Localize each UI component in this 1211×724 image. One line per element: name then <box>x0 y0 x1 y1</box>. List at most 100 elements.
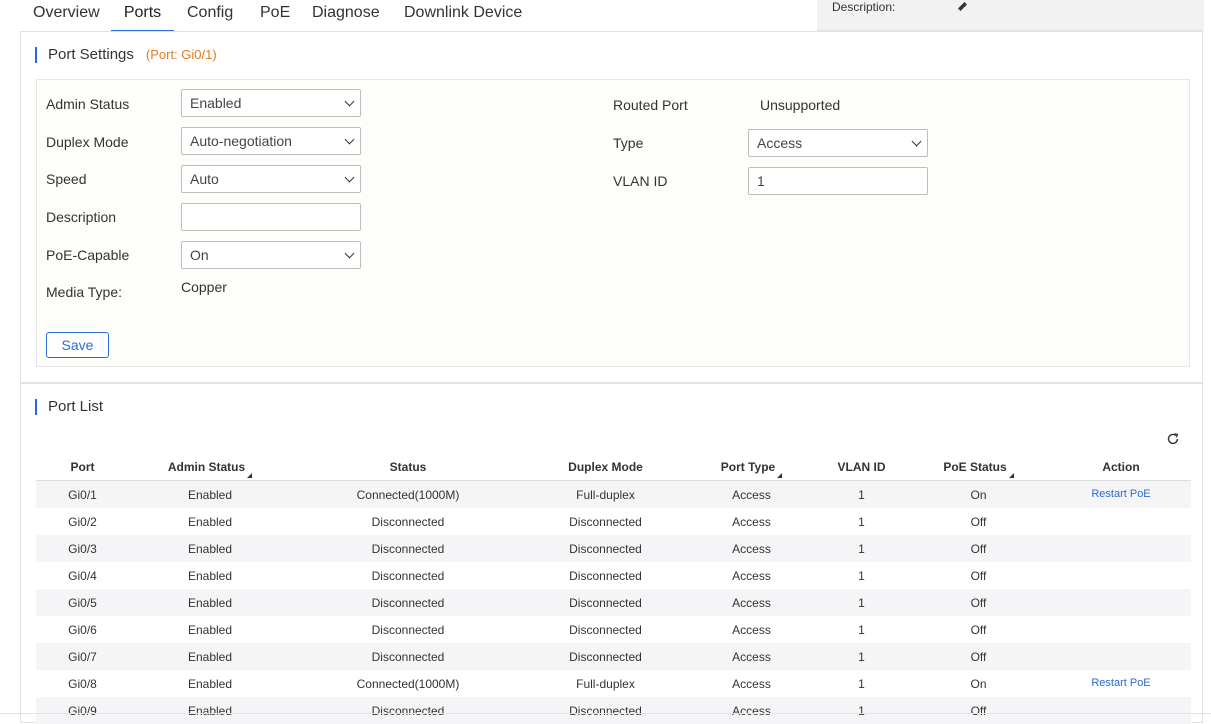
cell-port-type: Access <box>686 616 817 643</box>
cell-port: Gi0/7 <box>36 643 129 670</box>
column-header-vlan-id[interactable]: VLAN ID <box>817 454 906 481</box>
description-field-label: Description <box>46 209 117 225</box>
admin-status-value: Enabled <box>190 95 242 111</box>
cell-port: Gi0/4 <box>36 562 129 589</box>
sort-icon[interactable] <box>247 473 253 478</box>
tab-ports[interactable]: Ports <box>111 0 174 32</box>
poe-capable-value: On <box>190 247 209 263</box>
cell-port-type: Access <box>686 508 817 535</box>
routed-port-label: Routed Port <box>613 97 688 113</box>
table-row[interactable]: Gi0/5 Enabled Disconnected Disconnected … <box>36 589 1191 616</box>
sort-icon[interactable] <box>777 473 783 478</box>
cell-action: Restart PoE <box>1051 670 1191 697</box>
cell-port-type: Access <box>686 670 817 697</box>
cell-port-type: Access <box>686 535 817 562</box>
cell-admin-status: Enabled <box>129 480 291 508</box>
restart-poe-link[interactable]: Restart PoE <box>1091 488 1150 500</box>
port-settings-heading: Port Settings <box>48 46 134 63</box>
cell-duplex-mode: Disconnected <box>525 589 686 616</box>
tab-diagnose[interactable]: Diagnose <box>312 0 380 30</box>
table-row[interactable]: Gi0/1 Enabled Connected(1000M) Full-dupl… <box>36 480 1191 508</box>
cell-port: Gi0/8 <box>36 670 129 697</box>
cell-duplex-mode: Full-duplex <box>525 480 686 508</box>
table-row[interactable]: Gi0/3 Enabled Disconnected Disconnected … <box>36 535 1191 562</box>
cell-duplex-mode: Disconnected <box>525 508 686 535</box>
cell-port: Gi0/6 <box>36 616 129 643</box>
column-header-poe-status[interactable]: PoE Status <box>906 454 1051 481</box>
cell-admin-status: Enabled <box>129 616 291 643</box>
refresh-icon[interactable] <box>1166 432 1180 446</box>
table-row[interactable]: Gi0/4 Enabled Disconnected Disconnected … <box>36 562 1191 589</box>
table-row[interactable]: Gi0/8 Enabled Connected(1000M) Full-dupl… <box>36 670 1191 697</box>
cell-poe-status: Off <box>906 508 1051 535</box>
tab-config[interactable]: Config <box>187 0 233 30</box>
cell-vlan-id: 1 <box>817 535 906 562</box>
speed-select[interactable]: Auto <box>181 165 361 193</box>
port-settings-panel: Port Settings (Port: Gi0/1) Admin Status … <box>20 31 1203 383</box>
description-input[interactable] <box>181 203 361 231</box>
cell-vlan-id: 1 <box>817 670 906 697</box>
cell-status: Disconnected <box>291 535 525 562</box>
table-row[interactable]: Gi0/2 Enabled Disconnected Disconnected … <box>36 508 1191 535</box>
duplex-mode-value: Auto-negotiation <box>190 133 292 149</box>
cell-duplex-mode: Disconnected <box>525 535 686 562</box>
pencil-icon[interactable] <box>955 0 969 14</box>
cell-action <box>1051 643 1191 670</box>
admin-status-select[interactable]: Enabled <box>181 89 361 117</box>
cell-poe-status: Off <box>906 697 1051 724</box>
cell-action <box>1051 589 1191 616</box>
media-type-label: Media Type: <box>46 284 123 300</box>
cell-poe-status: On <box>906 670 1051 697</box>
cell-duplex-mode: Full-duplex <box>525 670 686 697</box>
cell-port: Gi0/9 <box>36 697 129 724</box>
cell-status: Disconnected <box>291 508 525 535</box>
type-value: Access <box>757 135 803 151</box>
column-header-duplex-mode[interactable]: Duplex Mode <box>525 454 686 481</box>
table-row[interactable]: Gi0/7 Enabled Disconnected Disconnected … <box>36 643 1191 670</box>
port-list-panel: Port List Port Admin Status Status Duple… <box>20 383 1203 724</box>
speed-value: Auto <box>190 171 219 187</box>
cell-poe-status: Off <box>906 643 1051 670</box>
restart-poe-link[interactable]: Restart PoE <box>1091 677 1150 689</box>
cell-port-type: Access <box>686 697 817 724</box>
column-header-admin-status[interactable]: Admin Status <box>129 454 291 481</box>
cell-duplex-mode: Disconnected <box>525 562 686 589</box>
chevron-down-icon <box>344 172 355 183</box>
save-button[interactable]: Save <box>46 332 109 358</box>
cell-vlan-id: 1 <box>817 697 906 724</box>
chevron-down-icon <box>344 134 355 145</box>
cell-action <box>1051 508 1191 535</box>
cell-port-type: Access <box>686 589 817 616</box>
type-label: Type <box>613 135 644 151</box>
poe-capable-select[interactable]: On <box>181 241 361 269</box>
poe-capable-label: PoE-Capable <box>46 247 130 263</box>
cell-status: Disconnected <box>291 589 525 616</box>
duplex-mode-label: Duplex Mode <box>46 134 129 150</box>
port-settings-form: Admin Status Enabled Duplex Mode Auto-ne… <box>36 79 1190 367</box>
sort-icon[interactable] <box>1008 473 1014 478</box>
cell-status: Disconnected <box>291 616 525 643</box>
cell-port: Gi0/2 <box>36 508 129 535</box>
column-header-status[interactable]: Status <box>291 454 525 481</box>
cell-poe-status: Off <box>906 616 1051 643</box>
cell-status: Connected(1000M) <box>291 670 525 697</box>
duplex-mode-select[interactable]: Auto-negotiation <box>181 127 361 155</box>
type-select[interactable]: Access <box>748 129 928 157</box>
tab-poe[interactable]: PoE <box>260 0 290 30</box>
bottom-divider <box>0 713 1211 714</box>
table-row[interactable]: Gi0/6 Enabled Disconnected Disconnected … <box>36 616 1191 643</box>
cell-port: Gi0/3 <box>36 535 129 562</box>
column-header-port-type[interactable]: Port Type <box>686 454 817 481</box>
table-row[interactable]: Gi0/9 Enabled Disconnected Disconnected … <box>36 697 1191 724</box>
cell-status: Disconnected <box>291 562 525 589</box>
column-header-port[interactable]: Port <box>36 454 129 481</box>
vlan-id-input[interactable]: 1 <box>748 167 928 195</box>
cell-action <box>1051 562 1191 589</box>
tab-downlink-device[interactable]: Downlink Device <box>404 0 522 30</box>
cell-port-type: Access <box>686 480 817 508</box>
tab-overview[interactable]: Overview <box>33 0 100 30</box>
chevron-down-icon <box>911 136 922 147</box>
cell-vlan-id: 1 <box>817 480 906 508</box>
cell-vlan-id: 1 <box>817 508 906 535</box>
cell-duplex-mode: Disconnected <box>525 643 686 670</box>
